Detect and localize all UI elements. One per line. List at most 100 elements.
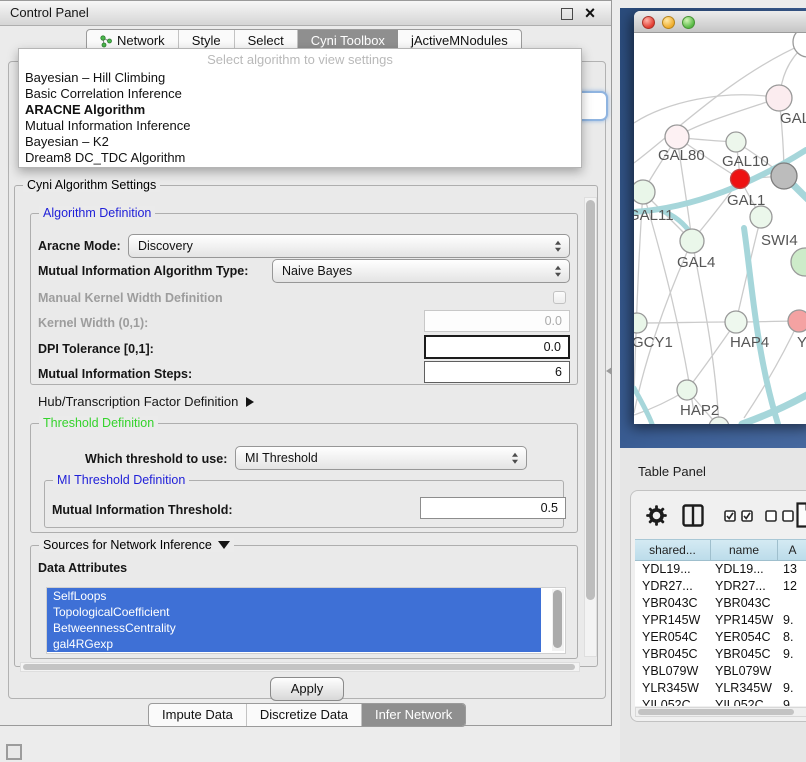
column-header-name[interactable]: name [711,540,778,560]
svg-text:GAL80: GAL80 [658,147,705,164]
mi-threshold-field[interactable]: 0.5 [420,497,566,519]
minimized-panel-icon[interactable] [6,744,22,760]
columns-icon[interactable] [682,504,704,527]
node-hap4[interactable] [725,311,747,333]
algorithm-option[interactable]: Bayesian – K2 [19,134,581,150]
apply-button[interactable]: Apply [270,677,344,701]
table-row[interactable]: YER054CYER054C8. [635,629,806,646]
table-row[interactable]: YBL079WYBL079W [635,663,806,680]
scrollbar-thumb[interactable] [638,709,794,715]
node-gal10[interactable] [726,132,746,152]
node-gal1[interactable] [731,170,750,189]
mi-algorithm-type-label: Mutual Information Algorithm Type: [38,264,248,278]
node-gal4[interactable] [680,229,704,253]
network-node-labels: GAL GAL80 GAL10 GAL1 GAL11 SWI4 GAL4 GCY… [634,110,806,419]
gear-icon[interactable] [646,505,667,526]
svg-text:GAL11: GAL11 [634,207,674,224]
which-threshold-label: Which threshold to use: [85,452,227,466]
tab-impute-data[interactable]: Impute Data [149,704,247,726]
node-gal[interactable] [766,85,792,111]
node-y[interactable] [788,310,806,332]
scrollbar-thumb[interactable] [553,590,562,648]
table-row[interactable]: YPR145WYPR145W9. [635,612,806,629]
settings-vertical-scrollbar[interactable] [584,197,597,657]
table-header-row: shared... name A [635,539,806,561]
node-unlabeled-green[interactable] [791,248,806,276]
attribute-item[interactable]: SelfLoops [47,588,541,604]
svg-text:GAL4: GAL4 [677,254,715,271]
svg-text:GCY1: GCY1 [634,334,673,351]
node-hap2[interactable] [677,380,697,400]
settings-horizontal-scrollbar[interactable] [20,662,580,672]
svg-text:SWI4: SWI4 [761,232,798,249]
node-unlabeled-top[interactable] [793,33,806,57]
kernel-width-field[interactable]: 0.0 [424,310,570,332]
close-icon[interactable]: × [581,1,599,25]
algorithm-option[interactable]: Mutual Information Inference [19,118,581,134]
manual-kernel-width-checkbox[interactable] [553,291,566,304]
table-row[interactable]: YDR27...YDR27...12 [635,578,806,595]
attribute-item[interactable]: gal4RGexp [47,636,541,652]
float-window-icon[interactable] [561,8,573,20]
mi-steps-field[interactable]: 6 [424,361,570,383]
hide-columns-checkboxes-icon[interactable] [765,510,795,522]
hub-definition-label: Hub/Transcription Factor Definition [38,394,238,409]
node-gal80[interactable] [665,125,689,149]
list-vertical-scrollbar[interactable] [552,589,564,651]
table-row[interactable]: YDL19...YDL19...13 [635,561,806,578]
svg-text:GAL: GAL [780,110,806,127]
column-header-partial[interactable]: A [778,540,806,560]
hub-definition-expander[interactable]: Hub/Transcription Factor Definition [38,394,254,409]
network-canvas[interactable]: GAL GAL80 GAL10 GAL1 GAL11 SWI4 GAL4 GCY… [634,33,806,424]
column-header-shared-name[interactable]: shared... [635,540,711,560]
aracne-mode-combobox[interactable]: Discovery [128,234,570,258]
collapse-down-icon [218,541,230,549]
table-panel: shared... name A YDL19...YDL19...13 YDR2… [630,490,806,722]
algorithm-popup-placeholder: Select algorithm to view settings [19,49,581,70]
which-threshold-combobox[interactable]: MI Threshold [235,446,527,470]
combo-arrows-icon [555,241,561,252]
node-swi4[interactable] [750,206,772,228]
node-gal11[interactable] [634,180,655,204]
scrollbar-thumb[interactable] [23,664,575,670]
scrollbar-thumb[interactable] [586,200,595,600]
table-row[interactable]: YLR345WYLR345W9. [635,680,806,697]
attribute-item[interactable]: TopologicalCoefficient [47,604,541,620]
control-panel-titlebar[interactable]: Control Panel × [0,1,611,26]
sources-group-title-row[interactable]: Sources for Network Inference [39,538,234,552]
zoom-traffic-light-icon[interactable] [682,16,695,29]
dpi-tolerance-field[interactable]: 0.0 [424,335,570,359]
minimize-traffic-light-icon[interactable] [662,16,675,29]
attribute-item[interactable]: BetweennessCentrality [47,620,541,636]
svg-text:GAL1: GAL1 [727,192,765,209]
group-title: Algorithm Definition [39,206,155,220]
new-table-icon[interactable] [796,502,806,528]
node-gcy1[interactable] [634,313,647,333]
table-horizontal-scrollbar[interactable] [635,707,806,717]
table-row[interactable]: YBR045CYBR045C9. [635,646,806,663]
table-panel-title: Table Panel [638,464,706,479]
sources-title: Sources for Network Inference [43,538,212,552]
network-window-titlebar[interactable] [634,11,806,33]
network-edges-thick [634,150,806,424]
manual-kernel-width-label: Manual Kernel Width Definition [38,291,223,305]
tab-infer-network[interactable]: Infer Network [362,704,465,726]
node-unlabeled-gray[interactable] [771,163,797,189]
mi-algorithm-type-combobox[interactable]: Naive Bayes [272,259,570,283]
algorithm-option[interactable]: Basic Correlation Inference [19,86,581,102]
algorithm-option-selected[interactable]: ARACNE Algorithm [19,102,581,118]
dpi-tolerance-label: DPI Tolerance [0,1]: [38,342,154,356]
cyni-bottom-tabbar: Impute Data Discretize Data Infer Networ… [148,703,466,727]
tab-discretize-data[interactable]: Discretize Data [247,704,362,726]
network-icon [100,35,113,48]
tab-label: Discretize Data [260,704,348,726]
network-nodes[interactable] [634,33,806,424]
table-row[interactable]: YBR043CYBR043C [635,595,806,612]
table-row[interactable]: YIL052CYIL052C9 [635,697,806,706]
algorithm-option[interactable]: Dream8 DC_TDC Algorithm [19,150,581,166]
combobox-value: Discovery [138,239,193,253]
algorithm-option[interactable]: Bayesian – Hill Climbing [19,70,581,86]
close-traffic-light-icon[interactable] [642,16,655,29]
splitter-collapse-icon[interactable] [606,367,612,375]
show-columns-checkboxes-icon[interactable] [724,510,754,522]
